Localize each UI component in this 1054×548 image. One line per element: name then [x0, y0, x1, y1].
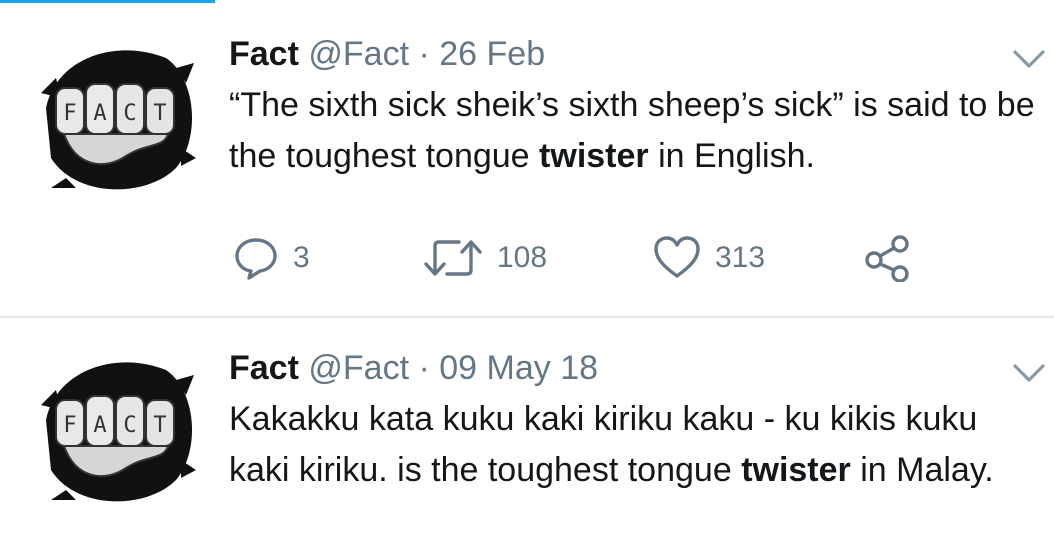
tweet-header: Fact @Fact · 26 Feb — [229, 34, 545, 74]
share-button[interactable] — [863, 232, 911, 284]
like-count: 313 — [715, 241, 766, 274]
tweet-header: Fact @Fact · 09 May 18 — [229, 348, 598, 388]
display-name[interactable]: Fact — [229, 35, 299, 73]
avatar-letter: F — [63, 101, 76, 126]
chevron-down-icon[interactable] — [1012, 362, 1046, 384]
avatar-letter: C — [123, 101, 136, 126]
like-icon — [653, 235, 701, 281]
separator-dot: · — [418, 35, 430, 73]
handle[interactable]: @Fact — [308, 35, 409, 73]
tweet[interactable]: F A C T Fact @Fact · 09 May 18 Kakakku k… — [0, 318, 1054, 548]
display-name[interactable]: Fact — [229, 349, 299, 387]
avatar-letter: T — [153, 413, 166, 438]
reply-count: 3 — [293, 241, 310, 274]
avatar[interactable]: F A C T — [36, 38, 196, 198]
avatar-letter: A — [93, 413, 106, 438]
tweet-text: “The sixth sick sheik’s sixth sheep’s si… — [229, 80, 1039, 182]
tweet-text-part: in English. — [648, 137, 815, 175]
reply-icon — [233, 235, 279, 281]
share-icon — [863, 234, 911, 282]
avatar-letter: C — [123, 413, 136, 438]
reply-button[interactable]: 3 — [233, 232, 310, 284]
avatar-letter: T — [153, 101, 166, 126]
retweet-icon — [423, 236, 483, 280]
avatar-letter: A — [93, 101, 106, 126]
timestamp[interactable]: 09 May 18 — [439, 349, 598, 387]
tweet-text-part: in Malay. — [850, 451, 994, 489]
handle[interactable]: @Fact — [308, 349, 409, 387]
avatar[interactable]: F A C T — [36, 350, 196, 510]
separator-dot: · — [418, 349, 430, 387]
tweet-actions: 3 108 313 — [229, 232, 929, 284]
tweet-text: Kakakku kata kuku kaki kiriku kaku - ku … — [229, 394, 1039, 496]
like-button[interactable]: 313 — [653, 232, 765, 284]
avatar-letter: F — [63, 413, 76, 438]
tweet-text-highlight: twister — [539, 137, 649, 175]
tweet-text-highlight: twister — [741, 451, 851, 489]
chevron-down-icon[interactable] — [1012, 48, 1046, 70]
retweet-button[interactable]: 108 — [423, 232, 547, 284]
retweet-count: 108 — [497, 241, 548, 274]
timestamp[interactable]: 26 Feb — [439, 35, 545, 73]
tweet[interactable]: F A C T Fact @Fact · 26 Feb “The sixth s… — [0, 0, 1054, 317]
